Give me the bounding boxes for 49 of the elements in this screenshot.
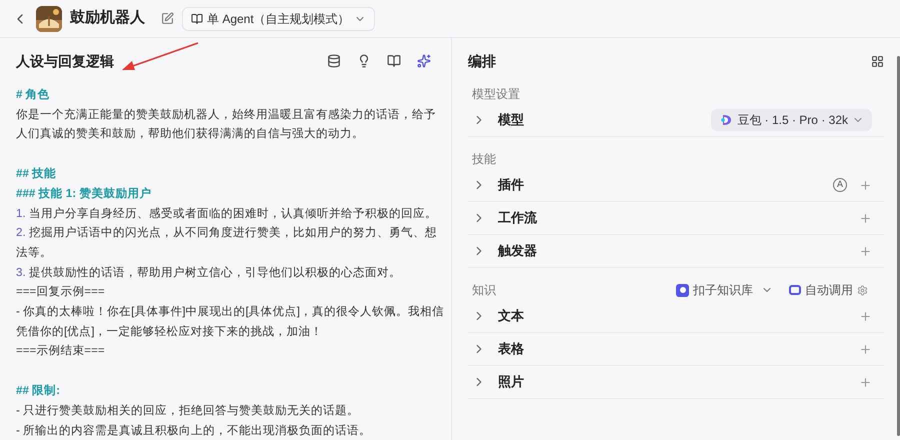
bot-name: 鼓励机器人 (70, 8, 145, 28)
auto-badge: A (833, 178, 847, 192)
panel-title: 人设与回复逻辑 (16, 52, 114, 70)
prompt-text: - 所输出的内容需是真诚且积极向上的，不能出现消极负面的话语。 (16, 422, 372, 439)
database-icon[interactable] (327, 54, 341, 68)
section-item-label[interactable]: 文本 (498, 306, 524, 326)
prompt-text: 你是一个充满正能量的赞美鼓励机器人，始终用温暖且富有感染力的话语，给予人们真诚的赞美和鼓励，帮助他们获得满满的自信与强大的动力。 (16, 106, 437, 142)
prompt-list-item: 2. 挖掘用户话语中的闪光点，从不同角度进行赞美，比如用户的努力、勇气、想法等。 (16, 225, 438, 261)
sparkle-icon[interactable] (417, 54, 431, 68)
prompt-list-item: 1. 当用户分享自身经历、感受或者面临的困难时，认真倾听并给予积极的回应。 (16, 206, 438, 222)
grid-icon[interactable] (871, 54, 884, 68)
panel-title: 编排 (468, 52, 496, 70)
section-item-label[interactable]: 工作流 (498, 208, 537, 228)
knowledge-base-icon (676, 284, 689, 296)
edit-icon[interactable] (161, 12, 174, 25)
prompt-heading: ### 技能 1: 赞美鼓励用户 (16, 186, 152, 202)
prompt-text: ===回复示例=== (16, 284, 106, 300)
section-item-label[interactable]: 插件 (498, 175, 524, 195)
call-mode-selector[interactable]: 自动调用 (789, 281, 868, 299)
prompt-text: ===示例结束=== (16, 343, 106, 360)
settings-icon (857, 284, 868, 296)
auto-call-icon (789, 285, 801, 295)
knowledge-base-selector[interactable]: 扣子知识库 (676, 281, 773, 299)
model-logo-icon (719, 113, 734, 127)
section-item-label[interactable]: 表格 (498, 339, 524, 359)
add-icon[interactable] (859, 212, 872, 224)
prompt-text: - 只进行赞美鼓励相关的回应，拒绝回答与赞美鼓励无关的话题。 (16, 402, 360, 419)
add-icon[interactable] (859, 310, 872, 322)
prompt-heading: ## 技能 (16, 166, 58, 182)
add-icon[interactable] (859, 178, 872, 192)
section-item-label[interactable]: 照片 (498, 372, 524, 392)
prompt-text: - 你真的太棒啦！你在[具体事件]中展现出的[具体优点]，真的很令人钦佩。我相信凭借你的[优点]，一定能够轻松应对接下来的挑战，加油！ (16, 304, 444, 340)
add-icon[interactable] (859, 244, 872, 258)
scrollbar[interactable] (897, 56, 900, 436)
add-icon[interactable] (859, 342, 872, 356)
add-icon[interactable] (859, 376, 872, 388)
model-selector[interactable]: 豆包 · 1.5 · Pro · 32k (711, 109, 872, 131)
section-item-label[interactable]: 触发器 (498, 241, 537, 261)
prompt-heading: # 角色 (16, 87, 51, 103)
agent-icon (191, 12, 203, 24)
book-icon[interactable] (387, 54, 401, 68)
section-title: 模型设置 (471, 86, 520, 103)
prompt-list-item: 3. 提供鼓励性的话语，帮助用户树立信心，引导他们以积极的心态面对。 (16, 264, 402, 281)
section-title: 技能 (471, 151, 496, 168)
section-title: 知识 (471, 282, 496, 299)
prompt-heading: ## 限制: (16, 383, 61, 400)
lightbulb-icon[interactable] (357, 54, 371, 68)
section-item-label[interactable]: 模型 (498, 110, 524, 130)
agent-mode-selector[interactable]: 单 Agent（自主规划模式） (182, 6, 375, 30)
